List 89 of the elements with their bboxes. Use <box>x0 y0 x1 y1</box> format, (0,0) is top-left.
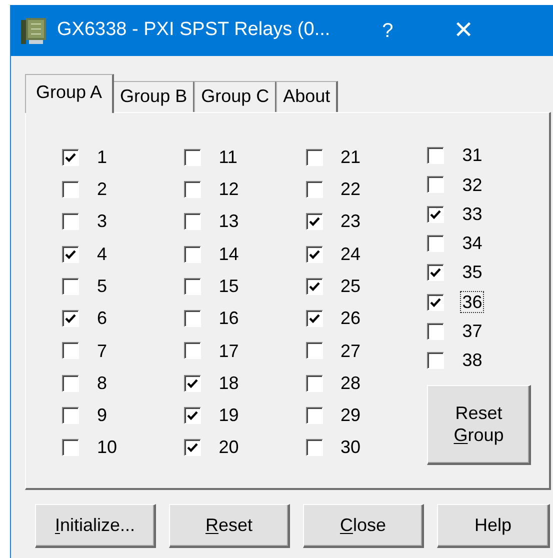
checkbox[interactable] <box>427 206 444 223</box>
checkbox[interactable] <box>306 439 322 456</box>
checkbox[interactable] <box>184 342 201 360</box>
checkbox[interactable] <box>184 407 201 424</box>
checkbox-label: 1 <box>96 146 108 168</box>
checkbox[interactable] <box>184 278 201 295</box>
checkbox[interactable] <box>306 278 322 295</box>
checkbox-label: 25 <box>340 274 362 298</box>
tab[interactable]: Group B <box>113 80 196 112</box>
checkbox-label: 8 <box>96 372 108 395</box>
reset-button[interactable]: Reset <box>169 504 290 548</box>
checkbox[interactable] <box>62 439 79 456</box>
checkbox-label: 6 <box>96 307 108 330</box>
checkbox[interactable] <box>306 213 322 230</box>
checkbox-label: 11 <box>218 146 238 168</box>
checkbox-label: 29 <box>340 404 362 427</box>
checkbox[interactable] <box>62 407 79 424</box>
checkbox-label: 37 <box>461 320 484 343</box>
checkbox[interactable] <box>184 374 201 392</box>
checkbox-label: 5 <box>96 274 108 298</box>
checkbox[interactable] <box>306 342 322 360</box>
checkbox[interactable] <box>62 180 79 198</box>
checkbox[interactable] <box>184 246 201 263</box>
checkbox[interactable] <box>184 180 201 198</box>
checkbox[interactable] <box>306 374 322 392</box>
checkbox-label: 35 <box>461 261 484 284</box>
checkbox-label: 17 <box>218 340 240 362</box>
checkbox[interactable] <box>306 180 322 198</box>
checkbox-label: 24 <box>340 242 362 266</box>
checkbox[interactable] <box>62 310 79 328</box>
close-button[interactable]: Close <box>303 504 424 548</box>
checkbox-label: 16 <box>218 307 240 330</box>
reset-group-button[interactable]: Reset Group <box>427 385 532 466</box>
tab[interactable]: About <box>276 80 338 112</box>
checkbox-label: 34 <box>461 232 484 255</box>
checkbox-label: 19 <box>218 404 240 427</box>
checkbox[interactable] <box>427 147 444 164</box>
checkbox[interactable] <box>427 264 444 282</box>
checkbox[interactable] <box>62 342 79 360</box>
checkbox[interactable] <box>184 213 201 230</box>
checkbox[interactable] <box>62 213 79 230</box>
checkbox-label: 10 <box>96 436 118 460</box>
checkbox[interactable] <box>184 148 201 166</box>
checkbox[interactable] <box>427 322 444 340</box>
checkbox-label: 38 <box>461 349 484 372</box>
checkbox-label: 9 <box>96 404 108 427</box>
checkbox-label: 31 <box>461 144 484 167</box>
checkbox-label: 22 <box>340 178 362 201</box>
checkbox-label: 15 <box>218 274 240 298</box>
checkbox-label: 13 <box>218 210 240 234</box>
tab[interactable]: Group C <box>194 80 278 112</box>
checkbox-label: 4 <box>96 242 108 266</box>
checkbox[interactable] <box>184 310 201 328</box>
checkbox-label: 30 <box>340 436 362 460</box>
checkbox-label: 23 <box>340 210 362 234</box>
checkbox-label: 36 <box>460 290 484 314</box>
tab[interactable]: Group A <box>25 74 114 113</box>
checkbox-label: 14 <box>218 242 240 266</box>
checkbox[interactable] <box>306 246 322 263</box>
checkbox-label: 26 <box>340 307 362 330</box>
checkbox[interactable] <box>184 439 201 456</box>
window-title: GX6338 - PXI SPST Relays (0... <box>57 18 330 42</box>
help-button[interactable]: ? <box>382 16 394 46</box>
checkbox-label: 32 <box>461 174 484 196</box>
checkbox-label: 3 <box>96 210 108 234</box>
checkbox[interactable] <box>306 310 322 328</box>
checkbox-label: 21 <box>340 146 362 168</box>
checkbox[interactable] <box>427 352 444 370</box>
checkbox[interactable] <box>62 278 79 295</box>
checkbox-label: 28 <box>340 372 362 395</box>
checkbox-label: 2 <box>96 178 108 201</box>
close-button[interactable]: ✕ <box>453 18 474 42</box>
help-button[interactable]: Help <box>437 504 550 548</box>
checkbox-label: 18 <box>218 372 240 395</box>
checkbox[interactable] <box>62 374 79 392</box>
checkbox[interactable] <box>62 246 79 263</box>
checkbox[interactable] <box>62 148 79 166</box>
checkbox-label: 20 <box>218 436 240 460</box>
checkbox-label: 7 <box>96 340 108 362</box>
checkbox[interactable] <box>427 176 444 194</box>
circuit-board-icon <box>19 16 49 46</box>
checkbox-label: 27 <box>340 340 362 362</box>
checkbox-label: 33 <box>461 202 484 226</box>
checkbox[interactable] <box>427 294 444 311</box>
checkbox[interactable] <box>306 407 322 424</box>
initialize-button[interactable]: Initialize... <box>35 504 156 548</box>
checkbox-label: 12 <box>218 178 240 201</box>
checkbox[interactable] <box>427 235 444 252</box>
checkbox[interactable] <box>306 148 322 166</box>
